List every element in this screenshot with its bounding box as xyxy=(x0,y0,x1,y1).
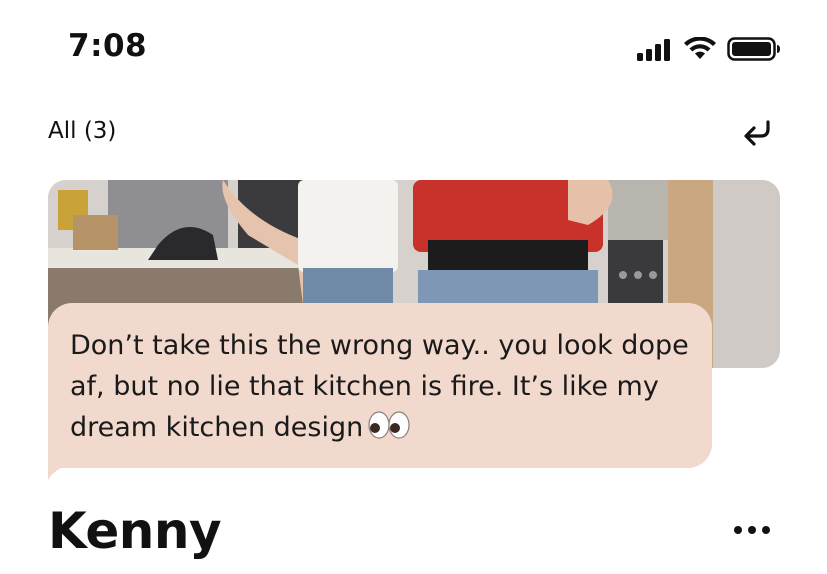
status-bar: 7:08 xyxy=(0,0,827,100)
profile-name: Kenny xyxy=(48,502,222,560)
status-icons xyxy=(637,37,797,61)
message-bubble: Don’t take this the wrong way.. you look… xyxy=(48,303,712,468)
more-dot xyxy=(762,526,770,534)
message-text: Don’t take this the wrong way.. you look… xyxy=(70,325,700,452)
bubble-tail xyxy=(48,466,66,480)
cellular-signal-icon xyxy=(637,39,670,61)
eyes-emoji xyxy=(367,410,411,452)
reply-arrow-icon[interactable] xyxy=(740,116,776,152)
more-dot xyxy=(748,526,756,534)
wifi-icon xyxy=(684,37,716,59)
filter-all-label[interactable]: All (3) xyxy=(48,118,116,144)
eyes-emoji-icon xyxy=(368,411,410,439)
header-row: All (3) xyxy=(0,110,827,154)
more-options-button[interactable] xyxy=(732,518,772,542)
battery-icon xyxy=(727,37,780,61)
more-horizontal-icon xyxy=(734,526,742,534)
status-time: 7:08 xyxy=(68,28,148,64)
